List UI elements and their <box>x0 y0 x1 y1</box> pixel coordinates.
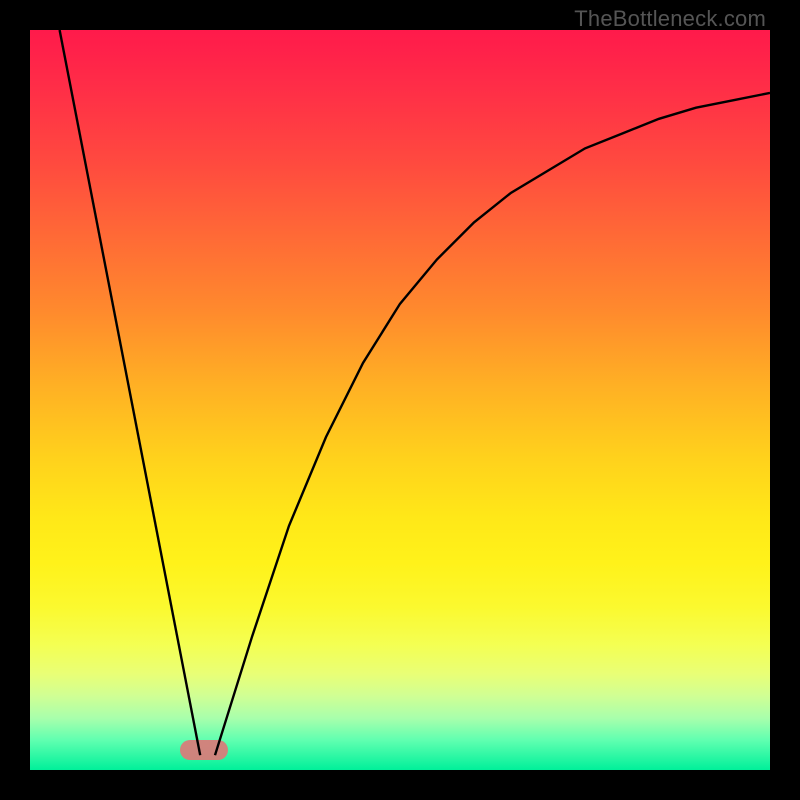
left-slope-path <box>60 30 201 755</box>
plot-area <box>30 30 770 770</box>
chart-frame: TheBottleneck.com <box>0 0 800 800</box>
curve-layer <box>30 30 770 770</box>
attribution-label: TheBottleneck.com <box>574 6 766 32</box>
right-curve-path <box>215 93 770 755</box>
